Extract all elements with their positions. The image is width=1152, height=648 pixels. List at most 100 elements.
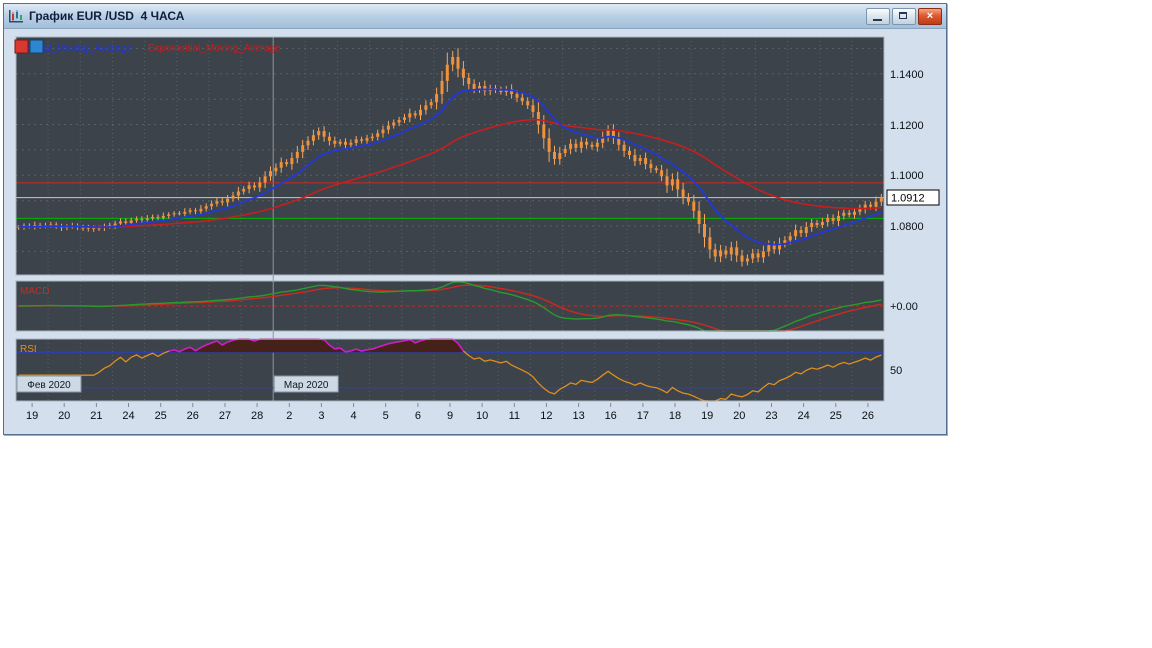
candle-body <box>258 182 262 188</box>
price-tick-label: 1.1400 <box>890 69 924 81</box>
candle-body <box>274 167 278 172</box>
candle-body <box>424 105 428 110</box>
month-marker: Фев 2020 <box>16 375 82 393</box>
candle-body <box>161 215 165 218</box>
candle-body <box>263 176 267 183</box>
month-marker-label: Фев 2020 <box>27 380 71 391</box>
candle-body <box>874 201 878 207</box>
x-axis-label: 18 <box>669 410 681 422</box>
candle-body <box>231 195 235 199</box>
candle-body <box>156 216 160 218</box>
candle-body <box>199 208 203 212</box>
macd-panel-label: MACD <box>20 286 49 297</box>
x-axis-label: 11 <box>509 410 520 422</box>
candle-body <box>338 141 342 144</box>
candle-body <box>295 151 299 158</box>
x-axis-label: 25 <box>155 410 167 422</box>
rsi-mid-tick-label: 50 <box>890 365 902 377</box>
candle-body <box>247 185 251 189</box>
candle-body <box>547 138 551 152</box>
candle-body <box>370 136 374 139</box>
x-axis-label: 17 <box>637 410 649 422</box>
rsi-panel-label: RSI <box>20 344 37 355</box>
window-controls: × <box>866 7 942 25</box>
candle-body <box>177 213 181 215</box>
candle-body <box>515 94 519 98</box>
candle-body <box>708 237 712 250</box>
candle-body <box>745 258 749 262</box>
candle-body <box>386 125 390 130</box>
candle-body <box>569 143 573 149</box>
minimize-button[interactable] <box>866 7 890 25</box>
candle-body <box>236 191 240 196</box>
candle-body <box>585 141 589 145</box>
candle-body <box>451 57 455 65</box>
x-axis-label: 13 <box>572 410 584 422</box>
close-button[interactable]: × <box>918 7 942 25</box>
candle-body <box>670 179 674 186</box>
candle-body <box>290 158 294 165</box>
price-panel[interactable] <box>16 37 884 275</box>
candle-body <box>526 101 530 106</box>
x-axis-label: 20 <box>733 410 745 422</box>
macd-zero-tick-label: +0.00 <box>890 301 918 313</box>
candle-body <box>392 122 396 126</box>
indicator-button-blue[interactable] <box>29 39 44 54</box>
minimize-icon <box>873 18 882 21</box>
candle-body <box>756 253 760 258</box>
price-tick-label: 1.0800 <box>890 221 924 233</box>
candle-body <box>831 217 835 221</box>
candle-body <box>269 171 272 177</box>
candle-body <box>703 224 706 238</box>
candle-body <box>520 97 524 102</box>
month-marker-label: Мар 2020 <box>284 380 329 391</box>
candle-body <box>151 216 155 219</box>
x-axis-label: 24 <box>797 410 809 422</box>
candle-body <box>311 135 315 141</box>
candle-body <box>113 223 117 226</box>
candle-body <box>220 201 224 203</box>
candle-body <box>419 109 422 116</box>
close-icon: × <box>926 9 934 22</box>
x-axis-label: 4 <box>351 410 357 422</box>
candle-body <box>381 129 385 134</box>
candle-body <box>553 151 556 159</box>
candle-body <box>97 228 101 230</box>
candle-body <box>140 218 144 220</box>
candle-body <box>644 158 648 165</box>
candle-body <box>804 227 808 234</box>
candle-body <box>226 198 230 203</box>
candle-body <box>210 203 214 207</box>
candle-body <box>536 111 540 125</box>
candle-body <box>799 230 803 234</box>
candle-body <box>252 185 256 188</box>
candle-body <box>719 250 723 257</box>
candle-body <box>435 94 439 103</box>
window-titlebar[interactable]: График EUR /USD 4 ЧАСА × <box>4 4 946 29</box>
candle-body <box>697 210 701 224</box>
candle-body <box>403 117 406 120</box>
indicator-button-red[interactable] <box>14 39 29 54</box>
candle-body <box>794 230 798 237</box>
x-axis-label: 10 <box>476 410 488 422</box>
last-price-tag: 1.0912 <box>886 189 940 206</box>
x-axis-label: 9 <box>447 410 453 422</box>
x-axis-label: 5 <box>383 410 389 422</box>
candle-body <box>815 223 819 225</box>
x-axis-label: 27 <box>219 410 231 422</box>
window-title: График EUR /USD 4 ЧАСА <box>29 9 185 23</box>
chart-canvas[interactable]: Фев 2020 Мар 202019 20 21 24 25 26 27 28 2 3 4 5 6 9 10… <box>4 29 940 433</box>
candle-body <box>119 221 122 224</box>
candle-body <box>751 253 755 259</box>
candle-body <box>440 80 444 95</box>
candle-body <box>285 162 289 165</box>
candle-body <box>879 197 883 202</box>
candle-body <box>344 141 347 145</box>
maximize-button[interactable] <box>892 7 916 25</box>
candle-body <box>472 83 476 89</box>
candle-body <box>413 113 417 116</box>
candle-body <box>135 218 139 221</box>
candle-body <box>360 139 364 141</box>
x-axis-label: 19 <box>701 410 713 422</box>
candle-body <box>124 221 128 223</box>
